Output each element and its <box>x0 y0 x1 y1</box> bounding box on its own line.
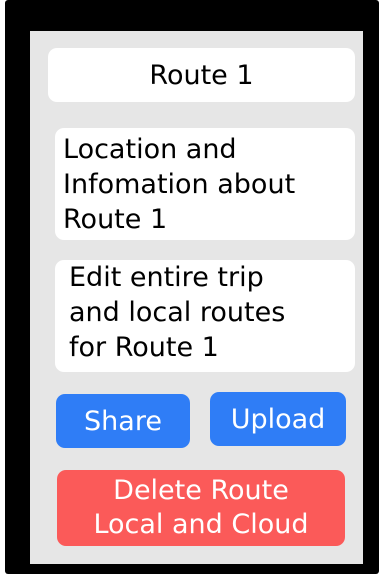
upload-button-label: Upload <box>230 403 326 435</box>
edit-route-line: Edit entire trip <box>69 262 264 293</box>
upload-button[interactable]: Upload <box>210 392 346 446</box>
edit-route-line: for Route 1 <box>69 332 219 363</box>
route-title-card: Route 1 <box>48 48 355 102</box>
route-info-line: Infomation about <box>63 169 296 200</box>
delete-button-line: Local and Cloud <box>93 509 309 540</box>
delete-route-button[interactable]: Delete Route Local and Cloud <box>57 470 345 546</box>
route-title: Route 1 <box>149 59 254 91</box>
share-button-label: Share <box>84 405 162 437</box>
route-info-line: Route 1 <box>63 204 168 235</box>
delete-button-line: Delete Route <box>113 475 289 506</box>
edit-route-line: and local routes <box>69 297 286 328</box>
edit-route-card[interactable]: Edit entire trip and local routes for Ro… <box>55 260 355 372</box>
route-info-line: Location and <box>63 134 237 165</box>
share-button[interactable]: Share <box>56 394 190 448</box>
route-info-card[interactable]: Location and Infomation about Route 1 <box>55 128 355 240</box>
